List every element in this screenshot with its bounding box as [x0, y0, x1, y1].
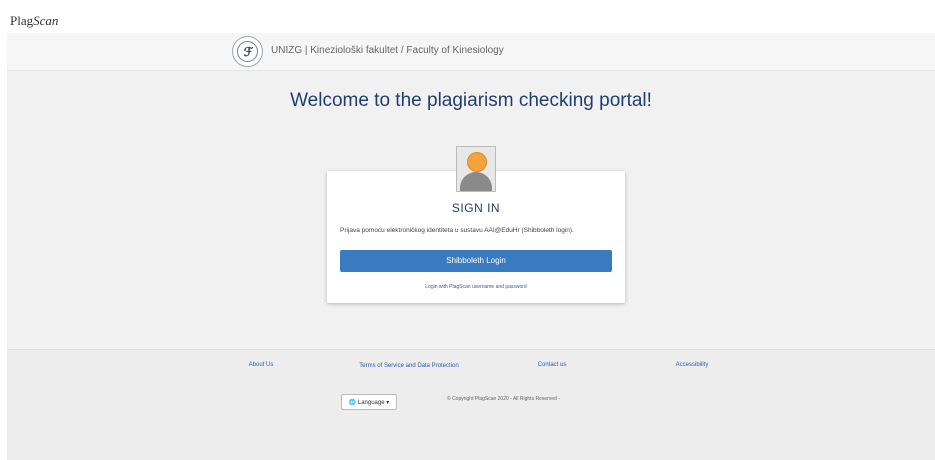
- plagscan-logo[interactable]: PlagScan: [10, 13, 58, 29]
- user-avatar-icon: [456, 146, 496, 192]
- top-bar: PlagScan: [0, 0, 935, 33]
- logo-text-part2: Scan: [33, 13, 59, 28]
- logo-text-part1: Plag: [10, 13, 34, 28]
- plagscan-credentials-login-link[interactable]: Login with PlagScan username and passwor…: [327, 284, 625, 290]
- signin-heading: SIGN IN: [451, 201, 501, 215]
- footer: About Us Terms of Service and Data Prote…: [7, 349, 935, 460]
- institution-name: UNIZG | Kineziološki fakultet / Faculty …: [271, 45, 504, 56]
- main-area: Welcome to the plagiarism checking porta…: [7, 71, 935, 349]
- language-label: Language: [357, 400, 385, 406]
- copyright-text: © Copyright PlagScan 2020 - All Rights R…: [447, 396, 560, 402]
- institution-seal-icon: ℱ: [232, 36, 263, 67]
- signin-description: Prijava pomoću elektroničkog identiteta …: [340, 227, 574, 234]
- institution-bar: ℱ UNIZG | Kineziološki fakultet / Facult…: [7, 33, 935, 71]
- globe-icon: 🌐: [348, 400, 357, 406]
- footer-link-about-us[interactable]: About Us: [243, 362, 279, 368]
- footer-link-accessibility[interactable]: Accessibility: [667, 362, 717, 368]
- language-dropdown-button[interactable]: 🌐 Language ▾: [341, 394, 397, 410]
- page-title: Welcome to the plagiarism checking porta…: [290, 90, 652, 111]
- footer-link-terms[interactable]: Terms of Service and Data Protection: [359, 362, 459, 371]
- footer-link-contact-us[interactable]: Contact us: [527, 362, 577, 368]
- shibboleth-login-button[interactable]: Shibboleth Login: [340, 250, 612, 272]
- caret-down-icon: ▾: [386, 400, 390, 406]
